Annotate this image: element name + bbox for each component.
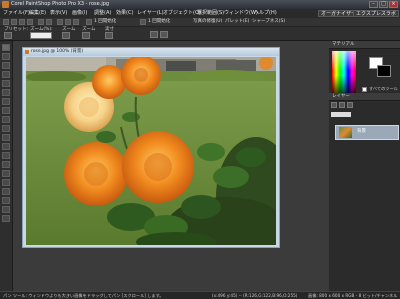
- fit-window-icon[interactable]: [150, 31, 158, 38]
- paint-brush-icon[interactable]: [2, 134, 10, 141]
- image-window-title: rose.jpg @ 100% (背景): [31, 49, 84, 54]
- image-file-icon: [25, 50, 29, 54]
- close-button[interactable]: ×: [389, 1, 398, 8]
- menu-image[interactable]: 画像(I): [72, 10, 87, 17]
- menu-view[interactable]: 表示(V): [50, 10, 67, 17]
- undo-icon[interactable]: [38, 19, 44, 25]
- pan-tool-icon[interactable]: [2, 44, 10, 51]
- app-logo-icon: [2, 1, 9, 8]
- dropper-tool-icon[interactable]: [2, 80, 10, 87]
- image-window[interactable]: rose.jpg @ 100% (背景): [22, 47, 280, 248]
- smart-fix-label[interactable]: 1 回開始化: [148, 19, 170, 25]
- save-icon[interactable]: [19, 19, 25, 25]
- smart-fix-icon[interactable]: [140, 19, 146, 25]
- all-tools-label: すべてのツール: [369, 86, 398, 91]
- tools-toolbar: [0, 41, 13, 291]
- minimize-button[interactable]: –: [369, 1, 378, 8]
- standard-toolbar: 1 回開始化 1 回開始化 写真の修復(U) パレット(E) シャープネス(S): [0, 18, 400, 27]
- shape-tool-icon[interactable]: [2, 197, 10, 204]
- rose-photo[interactable]: [26, 57, 276, 245]
- menu-adjust[interactable]: 調整(A): [94, 10, 111, 17]
- zoom-in-icon[interactable]: [62, 32, 70, 39]
- layer-menu-icon[interactable]: [339, 102, 345, 108]
- rose-photo-image: [26, 57, 276, 245]
- layers-palette-title: レイヤー: [332, 94, 350, 99]
- menu-selections[interactable]: 選択範囲(S): [197, 10, 224, 17]
- right-palettes: マテリアル すべてのツール レイヤー 背景: [329, 41, 400, 291]
- image-window-titlebar[interactable]: rose.jpg @ 100% (背景): [23, 48, 279, 56]
- tool-options-bar: プリセット: ズーム(%): ズーム ズーム 実寸: [0, 27, 400, 41]
- actual-size-icon[interactable]: [105, 32, 113, 39]
- straighten-tool-icon[interactable]: [2, 98, 10, 105]
- menu-objects[interactable]: オブジェクト(O): [163, 10, 201, 17]
- print-icon[interactable]: [27, 19, 33, 25]
- lighten-darken-icon[interactable]: [2, 152, 10, 159]
- text-tool-icon[interactable]: [2, 188, 10, 195]
- crop-tool-icon[interactable]: [2, 89, 10, 96]
- zoom-out-icon[interactable]: [82, 32, 90, 39]
- cut-icon[interactable]: [57, 19, 63, 25]
- pick-tool-icon[interactable]: [2, 62, 10, 69]
- menu-help[interactable]: ヘルプ(H): [254, 10, 277, 17]
- blend-mode-select[interactable]: [331, 112, 351, 117]
- layers-palette-header[interactable]: レイヤー: [329, 93, 400, 101]
- pan-tool-preset-icon[interactable]: [4, 32, 12, 39]
- materials-palette-title: マテリアル: [332, 42, 355, 47]
- delete-layer-icon[interactable]: [347, 102, 353, 108]
- menu-window[interactable]: ウィンドウ(W): [224, 10, 258, 17]
- fit-image-icon[interactable]: [160, 31, 168, 38]
- sharpness-menu[interactable]: シャープネス(S): [252, 19, 285, 25]
- zoom-percent-field[interactable]: [30, 32, 52, 39]
- paint-bucket-icon[interactable]: [2, 170, 10, 177]
- makeover-tool-icon[interactable]: [2, 116, 10, 123]
- new-file-icon[interactable]: [3, 19, 9, 25]
- airbrush-icon[interactable]: [2, 143, 10, 150]
- layer-thumbnail: [339, 127, 352, 138]
- eraser-icon[interactable]: [2, 161, 10, 168]
- selection-tool-icon[interactable]: [2, 71, 10, 78]
- picture-tube-icon[interactable]: [2, 179, 10, 186]
- clone-brush-icon[interactable]: [2, 125, 10, 132]
- layer-name: 背景: [357, 129, 366, 134]
- menu-layers[interactable]: レイヤー(L): [137, 10, 164, 17]
- paste-icon[interactable]: [73, 19, 79, 25]
- zoom-tool-icon[interactable]: [2, 53, 10, 60]
- background-color-swatch[interactable]: [377, 65, 391, 77]
- photo-repair-menu[interactable]: 写真の修復(U): [193, 19, 222, 25]
- materials-palette-header[interactable]: マテリアル: [329, 41, 400, 49]
- new-layer-icon[interactable]: [331, 102, 337, 108]
- redo-icon[interactable]: [46, 19, 52, 25]
- copy-icon[interactable]: [65, 19, 71, 25]
- one-step-fix-label[interactable]: 1 回開始化: [94, 19, 116, 25]
- warp-brush-icon[interactable]: [2, 215, 10, 222]
- menu-file[interactable]: ファイル(F): [3, 10, 30, 17]
- window-title: Corel PaintShop Photo Pro X3 - rose.jpg: [11, 1, 110, 7]
- one-step-fix-icon[interactable]: [86, 19, 92, 25]
- title-bar: Corel PaintShop Photo Pro X3 - rose.jpg …: [0, 0, 400, 9]
- pen-tool-icon[interactable]: [2, 206, 10, 213]
- red-eye-tool-icon[interactable]: [2, 107, 10, 114]
- tab-express-lab[interactable]: エクスプレスラボ: [353, 10, 399, 17]
- menu-edit[interactable]: 編集(E): [29, 10, 46, 17]
- color-spectrum-shade: [332, 51, 356, 95]
- menu-effects[interactable]: 効果(C): [116, 10, 133, 17]
- open-file-icon[interactable]: [11, 19, 17, 25]
- maximize-button[interactable]: □: [379, 1, 388, 8]
- all-tools-checkbox[interactable]: [362, 87, 367, 92]
- palettes-menu[interactable]: パレット(E): [225, 19, 249, 25]
